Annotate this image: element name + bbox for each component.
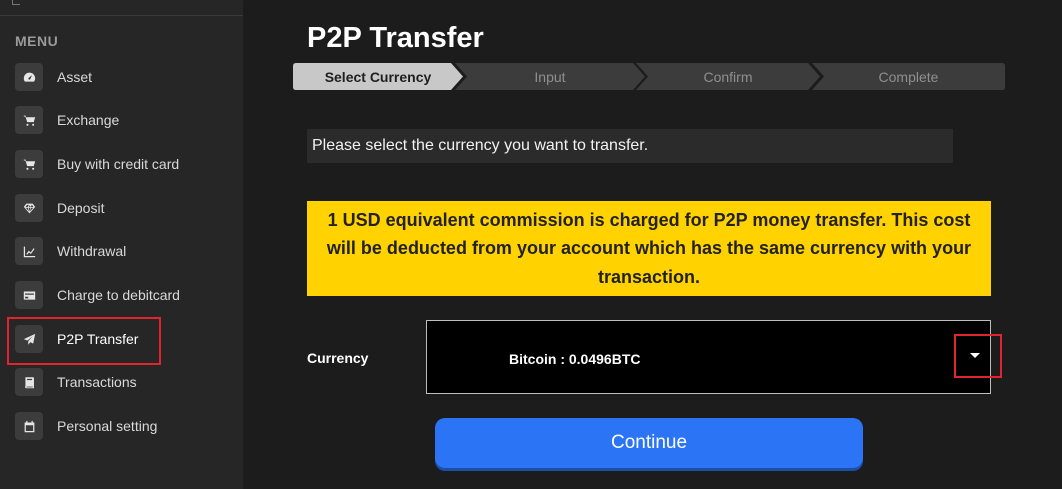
selection-highlight (7, 317, 161, 365)
calendar-icon (15, 412, 43, 440)
notice-text: 1 USD equivalent commission is charged f… (326, 209, 972, 287)
sidebar-item-charge-to-debitcard[interactable]: Charge to debitcard (15, 281, 225, 309)
step-select-currency: Select Currency (293, 63, 463, 90)
sidebar-item-withdrawal[interactable]: Withdrawal (15, 237, 225, 265)
sidebar-item-deposit[interactable]: Deposit (15, 194, 225, 222)
app-window: MENU Asset Exchange Buy with credit card… (0, 0, 1062, 489)
cart-icon (15, 150, 43, 178)
sidebar-item-transactions[interactable]: Transactions (15, 368, 225, 396)
currency-selected-value: Bitcoin : 0.0496BTC (509, 351, 641, 367)
currency-label: Currency (307, 350, 369, 366)
sidebar-item-asset[interactable]: Asset (15, 63, 225, 91)
sidebar-item-label: Withdrawal (57, 243, 127, 259)
step-confirm: Confirm (636, 63, 820, 90)
gauge-icon (15, 63, 43, 91)
sidebar-item-label: Deposit (57, 200, 105, 216)
sidebar-item-exchange[interactable]: Exchange (15, 106, 225, 134)
sidebar: MENU Asset Exchange Buy with credit card… (0, 0, 243, 489)
collapse-icon[interactable] (12, 0, 20, 5)
step-complete: Complete (812, 63, 1005, 90)
divider (0, 15, 243, 16)
sidebar-item-label: Asset (57, 69, 93, 85)
cart-icon (15, 106, 43, 134)
sidebar-item-label: Buy with credit card (57, 156, 180, 172)
currency-select[interactable]: Bitcoin : 0.0496BTC (426, 320, 991, 394)
commission-notice: 1 USD equivalent commission is charged f… (307, 201, 991, 296)
instruction-text: Please select the currency you want to t… (307, 129, 953, 163)
sidebar-item-buy-with-credit-card[interactable]: Buy with credit card (15, 150, 225, 178)
continue-button[interactable]: Continue (435, 418, 863, 468)
sidebar-item-personal-setting[interactable]: Personal setting (15, 412, 225, 440)
page-title: P2P Transfer (307, 22, 484, 54)
sidebar-item-label: Personal setting (57, 418, 158, 434)
progress-steps: Select Currency Input Confirm Complete (293, 63, 1005, 90)
diamond-icon (15, 194, 43, 222)
sidebar-item-label: Exchange (57, 112, 120, 128)
menu-title: MENU (15, 33, 59, 49)
card-icon (15, 281, 43, 309)
step-input: Input (455, 63, 645, 90)
sidebar-item-label: Charge to debitcard (57, 287, 180, 303)
dropdown-toggle[interactable] (954, 334, 1002, 378)
chart-icon (15, 237, 43, 265)
sidebar-item-label: Transactions (57, 374, 137, 390)
book-icon (15, 368, 43, 396)
chevron-down-icon (970, 353, 980, 358)
